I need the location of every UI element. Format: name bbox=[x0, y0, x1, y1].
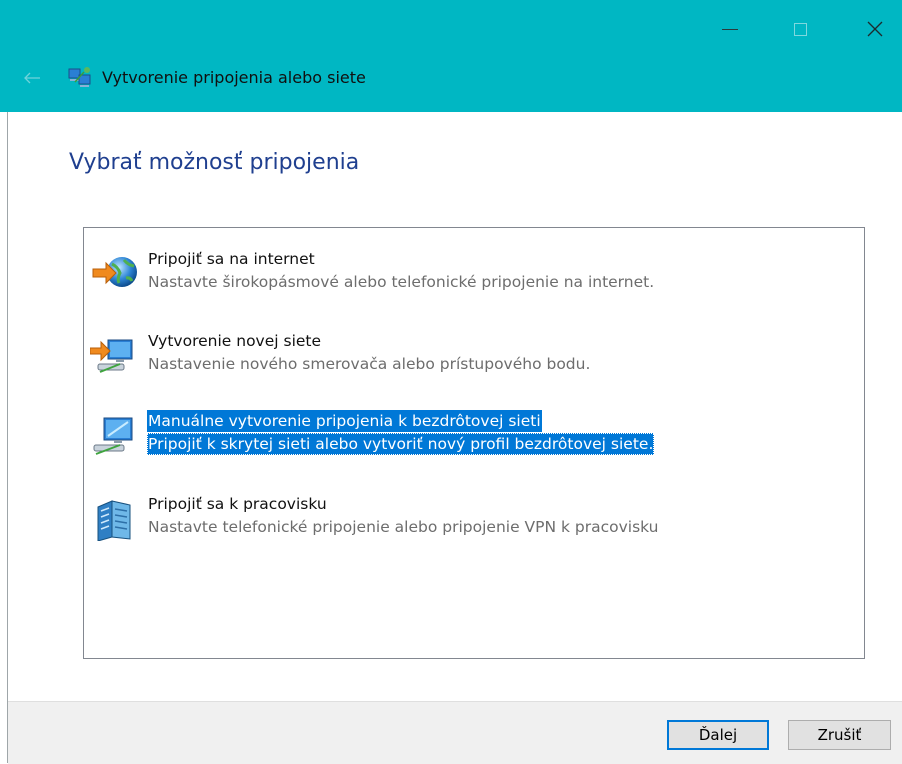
option-manual-wireless[interactable]: Manuálne vytvorenie pripojenia k bezdrôt… bbox=[84, 410, 864, 474]
close-button[interactable] bbox=[850, 0, 900, 58]
new-network-icon bbox=[90, 339, 133, 373]
option-new-network[interactable]: Vytvorenie novej siete Nastavenie nového… bbox=[84, 330, 864, 394]
next-button[interactable]: Ďalej bbox=[667, 720, 769, 750]
dialog-footer: Ďalej Zrušiť bbox=[8, 701, 902, 764]
maximize-button[interactable] bbox=[775, 0, 825, 58]
workplace-vpn-icon bbox=[97, 500, 131, 541]
window-border bbox=[7, 112, 8, 763]
option-title: Pripojiť sa na internet bbox=[148, 250, 315, 268]
page-heading: Vybrať možnosť pripojenia bbox=[69, 150, 360, 175]
option-description: Nastavenie nového smerovača alebo prístu… bbox=[148, 355, 591, 373]
network-app-icon bbox=[68, 67, 91, 87]
option-title: Vytvorenie novej siete bbox=[148, 332, 322, 350]
option-title: Pripojiť sa k pracovisku bbox=[148, 495, 327, 513]
cancel-button[interactable]: Zrušiť bbox=[788, 720, 891, 750]
wireless-network-icon bbox=[93, 417, 133, 455]
back-arrow-icon bbox=[24, 72, 40, 84]
minimize-icon bbox=[722, 28, 738, 30]
option-description: Nastavte telefonické pripojenie alebo pr… bbox=[148, 518, 659, 536]
window-title: Vytvorenie pripojenia alebo siete bbox=[102, 68, 366, 87]
back-button[interactable] bbox=[20, 66, 44, 90]
globe-connect-icon bbox=[92, 257, 137, 287]
option-description: Nastavte širokopásmové alebo telefonické… bbox=[148, 273, 655, 291]
connection-options-list[interactable]: Pripojiť sa na internet Nastavte širokop… bbox=[83, 227, 865, 659]
option-connect-workplace[interactable]: Pripojiť sa k pracovisku Nastavte telefo… bbox=[84, 493, 864, 557]
option-connect-internet[interactable]: Pripojiť sa na internet Nastavte širokop… bbox=[84, 248, 864, 312]
close-icon bbox=[867, 21, 883, 37]
option-title: Manuálne vytvorenie pripojenia k bezdrôt… bbox=[147, 410, 542, 432]
option-description: Pripojiť k skrytej sieti alebo vytvoriť … bbox=[147, 433, 655, 455]
maximize-icon bbox=[793, 22, 807, 36]
minimize-button[interactable] bbox=[705, 0, 755, 58]
title-bar: Vytvorenie pripojenia alebo siete bbox=[0, 0, 902, 112]
